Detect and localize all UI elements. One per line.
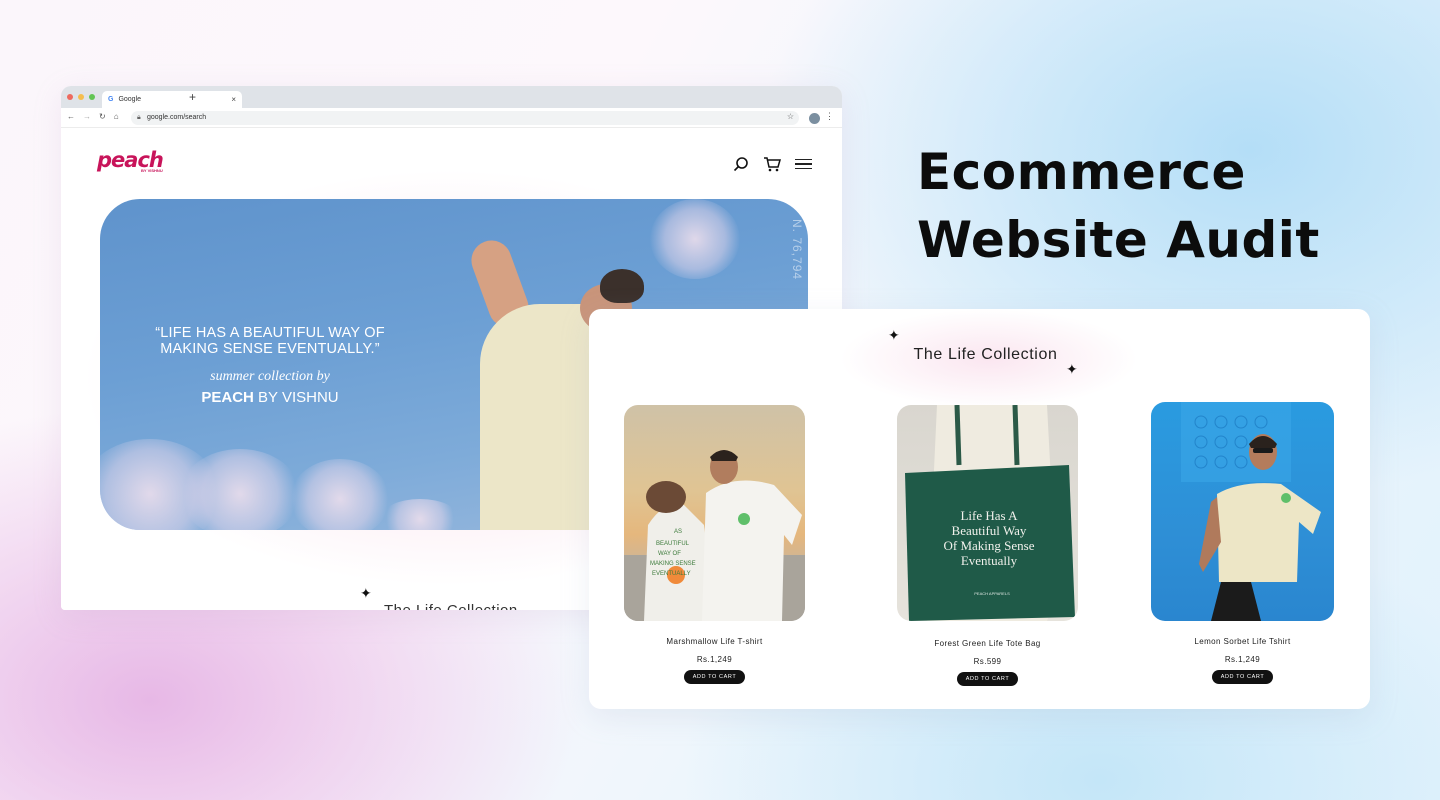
tote-bag-photo: Life Has A Beautiful Way Of Making Sense…	[905, 405, 1075, 621]
hero-collection-text: summer collection by	[210, 369, 330, 384]
hero-model-hair	[600, 269, 644, 303]
url-text: google.com/search	[147, 114, 207, 121]
product-image[interactable]: AS BEAUTIFUL WAY OF MAKING SENSE EVENTUA…	[624, 405, 805, 621]
cloud-shape	[380, 499, 460, 530]
site-header-icons	[733, 156, 812, 172]
shirt-print-line-5: EVENTUALLY	[652, 571, 691, 577]
bag-print-line-2: Beautiful Way	[952, 523, 1027, 538]
bookmark-star-icon[interactable]: ☆	[787, 112, 794, 121]
headline-line-1: Ecommerce	[917, 143, 1246, 201]
maximize-window-button[interactable]	[89, 94, 95, 100]
product-price: Rs.599	[973, 657, 1002, 666]
product-name[interactable]: Marshmallow Life T-shirt	[624, 637, 805, 646]
product-card[interactable]: Lemon Sorbet Life Tshirt Rs.1,249 ADD TO…	[1151, 402, 1334, 684]
model-photo	[1181, 402, 1321, 621]
google-favicon-icon: G	[108, 96, 114, 103]
hero-quote: “LIFE HAS A BEAUTIFUL WAY OF MAKING SENS…	[155, 325, 385, 357]
sparkle-icon: ✦	[888, 327, 900, 343]
add-to-cart-button[interactable]: ADD TO CART	[683, 670, 746, 684]
browser-tab[interactable]: G Google ×	[102, 91, 242, 108]
bag-print-line-3: Of Making Sense	[944, 538, 1035, 553]
nav-controls: ← → ↻ ⌂	[67, 112, 119, 121]
cloud-shape	[650, 199, 740, 279]
bag-print-line-1: Life Has A	[960, 508, 1018, 523]
forward-arrow-icon[interactable]: →	[83, 112, 91, 121]
shirt-print-line-1: AS	[674, 529, 682, 535]
browser-tab-bar: G Google × +	[61, 86, 842, 108]
close-window-button[interactable]	[67, 94, 73, 100]
product-image[interactable]: Life Has A Beautiful Way Of Making Sense…	[897, 405, 1078, 621]
add-to-cart-button[interactable]: ADD TO CART	[1211, 670, 1274, 684]
hero-brand-rest: BY VISHNU	[253, 389, 339, 406]
shirt-print-line-3: WAY OF	[658, 551, 681, 557]
menu-icon[interactable]	[795, 158, 812, 170]
headline-line-2: Website Audit	[917, 211, 1320, 269]
product-price: Rs.1,249	[696, 655, 733, 664]
product-name[interactable]: Lemon Sorbet Life Tshirt	[1151, 637, 1334, 646]
sparkle-icon: ✦	[360, 585, 372, 601]
product-price: Rs.1,249	[1224, 655, 1261, 664]
cloud-shape	[290, 459, 390, 530]
product-image[interactable]	[1151, 402, 1334, 621]
cart-icon[interactable]	[763, 156, 781, 172]
collection-title: The Life Collection	[913, 346, 1058, 363]
address-bar: ← → ↻ ⌂ 🔒︎ google.com/search ☆ ⋮	[61, 108, 842, 128]
site-logo-subtitle: BY VISHNU	[141, 168, 163, 173]
shirt-print-line-2: BEAUTIFUL	[656, 541, 690, 547]
hero-side-text: N. 76,794	[790, 219, 804, 281]
product-name[interactable]: Forest Green Life Tote Bag	[897, 639, 1078, 648]
add-to-cart-button[interactable]: ADD TO CART	[956, 672, 1019, 686]
minimize-window-button[interactable]	[78, 94, 84, 100]
product-card[interactable]: AS BEAUTIFUL WAY OF MAKING SENSE EVENTUA…	[624, 405, 805, 684]
window-controls	[67, 94, 95, 100]
hero-brand-bold: PEACH	[201, 389, 254, 406]
shirt-print-line-4: MAKING SENSE	[650, 561, 696, 567]
browser-menu-icon[interactable]: ⋮	[825, 111, 834, 122]
page-headline: Ecommerce Website Audit	[917, 138, 1320, 274]
couple-photo: AS BEAUTIFUL WAY OF MAKING SENSE EVENTUA…	[624, 450, 805, 621]
cloud-shape	[180, 449, 300, 530]
tab-title: Google	[118, 96, 142, 103]
bag-print-line-4: Eventually	[961, 553, 1018, 568]
search-icon[interactable]	[733, 156, 749, 172]
hero-brand-line: PEACH BY VISHNU	[140, 389, 400, 406]
reload-icon[interactable]: ↻	[99, 112, 106, 121]
new-tab-button[interactable]: +	[189, 90, 196, 104]
lock-icon: 🔒︎	[137, 114, 141, 121]
tab-close-icon[interactable]: ×	[231, 95, 236, 104]
home-icon[interactable]: ⌂	[114, 112, 119, 121]
url-input[interactable]: 🔒︎ google.com/search	[131, 111, 799, 125]
bag-label: PEACH APPARELS	[974, 591, 1010, 596]
section-title-partial: The Life Collection	[384, 602, 518, 610]
profile-avatar[interactable]	[809, 113, 820, 124]
back-arrow-icon[interactable]: ←	[67, 112, 75, 121]
product-card[interactable]: Life Has A Beautiful Way Of Making Sense…	[897, 405, 1078, 686]
collection-card: ✦ ✦ The Life Collection AS BEAUTIFUL WAY…	[589, 309, 1370, 709]
